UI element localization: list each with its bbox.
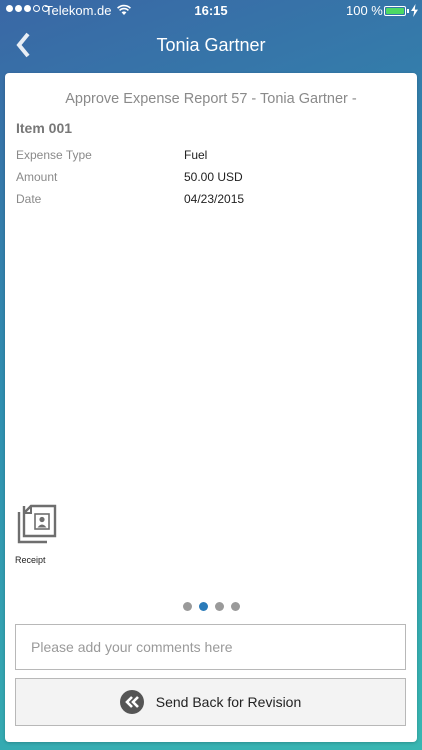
page-dot[interactable] (214, 602, 224, 611)
item-title: Item 001 (16, 120, 73, 136)
detail-label: Amount (16, 170, 58, 184)
nav-bar: Tonia Gartner (0, 22, 422, 68)
detail-row-amount: Amount 50.00 USD (16, 170, 406, 188)
detail-row-date: Date 04/23/2015 (16, 192, 406, 210)
receipt-label: Receipt (15, 555, 46, 565)
detail-row-expense-type: Expense Type Fuel (16, 148, 406, 166)
detail-value: 04/23/2015 (184, 192, 245, 206)
page-dot[interactable] (198, 602, 208, 611)
detail-label: Expense Type (16, 148, 92, 162)
page-dot[interactable] (230, 602, 240, 611)
battery-icon (384, 6, 406, 16)
charging-bolt-icon (411, 4, 418, 17)
double-chevron-left-icon (119, 690, 144, 714)
send-back-label: Send Back for Revision (155, 694, 302, 710)
detail-value: 50.00 USD (184, 170, 243, 184)
receipt-attachment[interactable]: Receipt (15, 498, 63, 565)
send-back-for-revision-button[interactable]: Send Back for Revision (15, 678, 406, 726)
comment-input[interactable] (15, 624, 406, 670)
expense-item-card: Approve Expense Report 57 - Tonia Gartne… (5, 73, 417, 742)
page-indicator[interactable] (5, 602, 417, 611)
battery-percent: 100 % (346, 3, 383, 18)
receipt-icon (17, 504, 57, 544)
status-bar: Telekom.de 16:15 100 % (0, 0, 422, 22)
report-title: Approve Expense Report 57 - Tonia Gartne… (65, 91, 357, 107)
page-title: Tonia Gartner (156, 35, 266, 55)
detail-label: Date (16, 192, 42, 206)
detail-value: Fuel (184, 148, 208, 162)
page-dot[interactable] (182, 602, 192, 611)
